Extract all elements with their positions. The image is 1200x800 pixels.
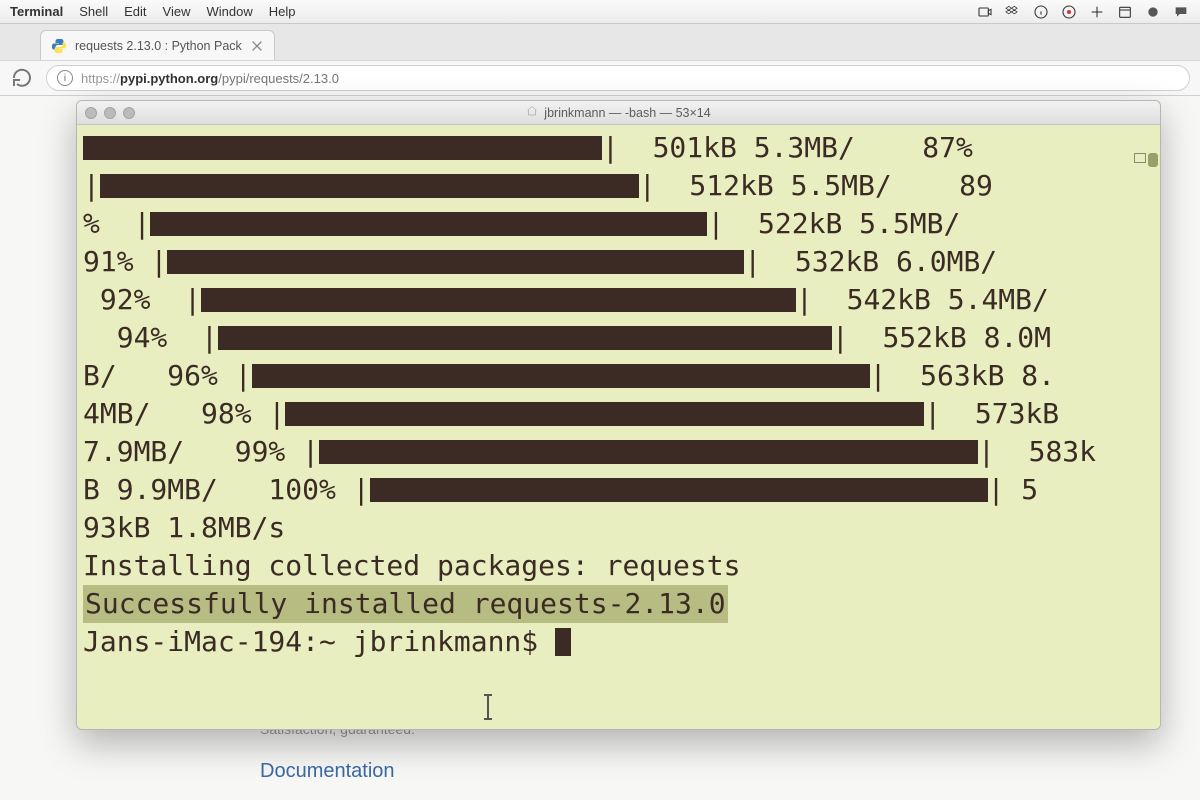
progress-percent: B 9.9MB/ 100% (83, 471, 353, 509)
plus-icon[interactable] (1088, 3, 1106, 21)
menubar-item-edit[interactable]: Edit (124, 4, 146, 19)
dropbox-icon[interactable] (1004, 3, 1022, 21)
browser-tabstrip: requests 2.13.0 : Python Pack (0, 24, 1200, 60)
url-prefix: https:// (81, 71, 120, 86)
python-favicon (51, 38, 67, 54)
text-cursor-ibeam (487, 696, 489, 718)
progress-left-pipe: | (134, 205, 151, 243)
terminal-prompt: Jans-iMac-194:~ jbrinkmann$ (83, 623, 555, 661)
terminal-corner-icon (1134, 153, 1146, 163)
progress-left-pipe: | (268, 395, 285, 433)
progress-stats: | 532kB 6.0MB/ (744, 243, 1031, 281)
progress-percent: % (83, 205, 134, 243)
calendar-icon[interactable] (1116, 3, 1134, 21)
terminal-cursor (555, 628, 571, 656)
progress-bar (201, 288, 796, 312)
progress-left-pipe: | (184, 319, 218, 357)
documentation-link[interactable]: Documentation (260, 760, 395, 783)
progress-stats: | 512kB 5.5MB/ 89 (639, 167, 993, 205)
address-bar[interactable]: i https://pypi.python.org/pypi/requests/… (46, 65, 1190, 91)
progress-bar (100, 174, 639, 198)
terminal-progress-line: 7.9MB/ 99% | | 583k (83, 433, 1154, 471)
progress-bar (150, 212, 707, 236)
progress-percent: 94% (83, 319, 184, 357)
terminal-line-tail: 93kB 1.8MB/s (83, 509, 1154, 547)
terminal-progress-line: | 501kB 5.3MB/ 87% (83, 129, 1154, 167)
reload-button[interactable] (10, 66, 34, 90)
progress-bar (285, 402, 924, 426)
terminal-line-installing: Installing collected packages: requests (83, 547, 1154, 585)
browser-toolbar: i https://pypi.python.org/pypi/requests/… (0, 60, 1200, 96)
sync-icon[interactable] (1060, 3, 1078, 21)
progress-bar (167, 250, 744, 274)
terminal-progress-line: | | 512kB 5.5MB/ 89 (83, 167, 1154, 205)
menubar-item-shell[interactable]: Shell (79, 4, 108, 19)
terminal-prompt-line[interactable]: Jans-iMac-194:~ jbrinkmann$ (83, 623, 1154, 661)
tab-close-icon[interactable] (250, 39, 264, 53)
progress-stats: | 542kB 5.4MB/ (796, 281, 1049, 319)
progress-bar (319, 440, 978, 464)
terminal-scrollbar[interactable] (1148, 153, 1158, 167)
terminal-title: jbrinkmann — -bash — 53×14 (77, 105, 1160, 120)
dot-icon[interactable] (1144, 3, 1162, 21)
progress-bar (252, 364, 870, 388)
progress-left-pipe: | (150, 243, 167, 281)
progress-stats: | 563kB 8. (870, 357, 1055, 395)
progress-bar (83, 136, 602, 160)
terminal-line-success: Successfully installed requests-2.13.0 (83, 585, 1154, 623)
progress-bar (370, 478, 988, 502)
home-icon (526, 105, 538, 120)
screen-record-icon[interactable] (976, 3, 994, 21)
progress-stats: | 573kB (924, 395, 1076, 433)
url-host: pypi.python.org (120, 71, 218, 86)
progress-stats: | 501kB 5.3MB/ 87% (602, 129, 973, 167)
progress-percent: 92% (83, 281, 167, 319)
menubar-item-view[interactable]: View (163, 4, 191, 19)
progress-stats: | 552kB 8.0M (832, 319, 1051, 357)
progress-bar (218, 326, 832, 350)
site-info-icon[interactable]: i (57, 70, 73, 86)
progress-stats: | 5 (988, 471, 1039, 509)
progress-percent: B/ 96% (83, 357, 235, 395)
terminal-progress-line: B/ 96% | | 563kB 8. (83, 357, 1154, 395)
progress-percent: 4MB/ 98% (83, 395, 268, 433)
terminal-progress-line: 92% | | 542kB 5.4MB/ (83, 281, 1154, 319)
terminal-titlebar[interactable]: jbrinkmann — -bash — 53×14 (77, 101, 1160, 125)
progress-left-pipe: | (235, 357, 252, 395)
menubar-item-help[interactable]: Help (269, 4, 296, 19)
terminal-output[interactable]: | 501kB 5.3MB/ 87%|| 512kB 5.5MB/ 89% ||… (77, 125, 1160, 729)
terminal-progress-line: B 9.9MB/ 100% | | 5 (83, 471, 1154, 509)
mac-menubar: Terminal Shell Edit View Window Help (0, 0, 1200, 24)
menubar-item-window[interactable]: Window (207, 4, 253, 19)
chat-icon[interactable] (1172, 3, 1190, 21)
progress-percent: 7.9MB/ 99% (83, 433, 302, 471)
terminal-progress-line: 94% | | 552kB 8.0M (83, 319, 1154, 357)
tab-title: requests 2.13.0 : Python Pack (75, 39, 242, 53)
progress-left-pipe: | (353, 471, 370, 509)
browser-tab[interactable]: requests 2.13.0 : Python Pack (40, 30, 275, 60)
progress-stats: | 522kB 5.5MB/ (707, 205, 1044, 243)
terminal-progress-line: 4MB/ 98% | | 573kB (83, 395, 1154, 433)
terminal-progress-line: 91% | | 532kB 6.0MB/ (83, 243, 1154, 281)
terminal-progress-line: % | | 522kB 5.5MB/ (83, 205, 1154, 243)
terminal-window: jbrinkmann — -bash — 53×14 | 501kB 5.3MB… (76, 100, 1161, 730)
progress-left-pipe: | (167, 281, 201, 319)
progress-stats: | 583k (978, 433, 1096, 471)
progress-percent: 91% (83, 243, 150, 281)
url-path: /pypi/requests/2.13.0 (218, 71, 339, 86)
info-icon[interactable] (1032, 3, 1050, 21)
progress-left-pipe: | (302, 433, 319, 471)
menubar-app-name[interactable]: Terminal (10, 4, 63, 19)
progress-left-pipe: | (83, 167, 100, 205)
